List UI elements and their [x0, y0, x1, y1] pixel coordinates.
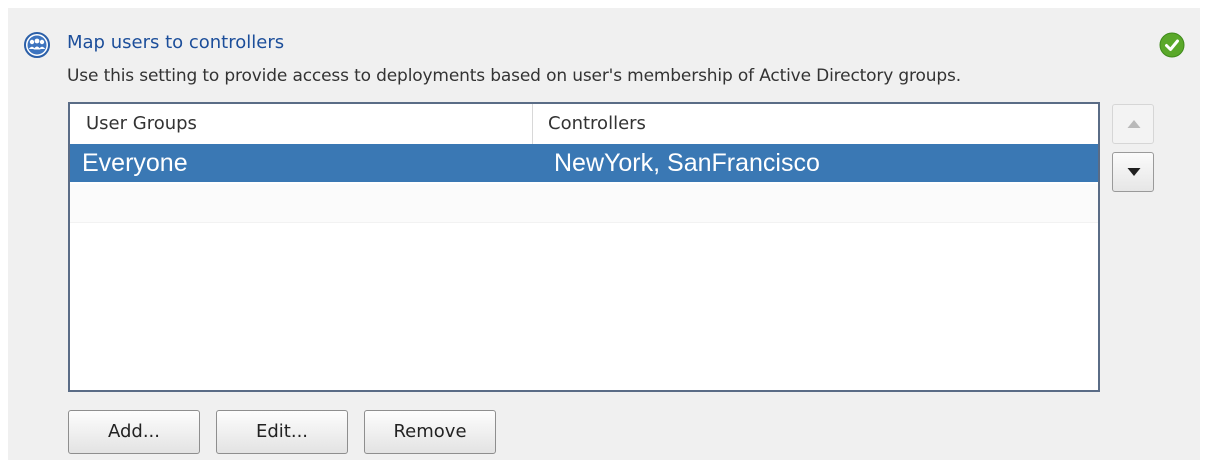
cell-controllers: NewYork, SanFrancisco [554, 149, 820, 177]
table-row[interactable]: Everyone NewYork, SanFrancisco [70, 144, 1098, 182]
remove-button[interactable]: Remove [364, 410, 496, 454]
section-title: Map users to controllers [67, 32, 285, 53]
edit-button[interactable]: Edit... [216, 410, 348, 454]
move-down-button[interactable] [1112, 152, 1154, 192]
triangle-up-icon [1127, 120, 1141, 128]
list-header: User Groups Controllers [70, 104, 1098, 145]
user-group-icon [24, 32, 50, 58]
empty-row [70, 184, 1098, 223]
checkmark-icon [1159, 32, 1185, 58]
section-description: Use this setting to provide access to de… [67, 66, 961, 86]
column-header-user-groups[interactable]: User Groups [86, 104, 197, 144]
move-up-button[interactable] [1112, 104, 1154, 144]
add-button[interactable]: Add... [68, 410, 200, 454]
triangle-down-icon [1127, 168, 1141, 176]
user-group-mapping-list[interactable]: User Groups Controllers Everyone NewYork… [68, 102, 1100, 392]
column-header-controllers[interactable]: Controllers [548, 104, 646, 144]
cell-user-group: Everyone [82, 149, 188, 177]
column-divider[interactable] [532, 104, 533, 144]
